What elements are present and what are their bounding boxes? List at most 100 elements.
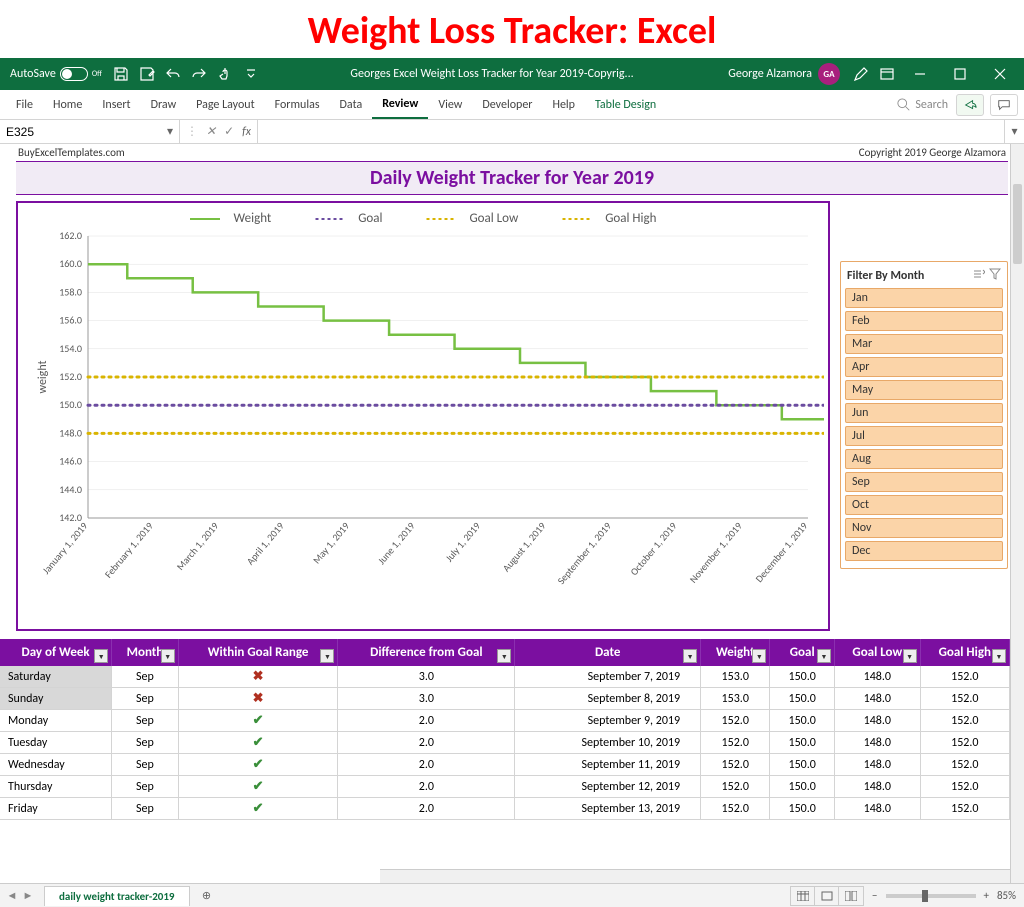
tab-insert[interactable]: Insert: [92, 90, 140, 119]
filter-dropdown-icon[interactable]: ▼: [683, 649, 697, 663]
share-button[interactable]: [956, 94, 984, 116]
filter-dropdown-icon[interactable]: ▼: [497, 649, 511, 663]
tab-draw[interactable]: Draw: [141, 90, 187, 119]
horizontal-scrollbar[interactable]: [380, 869, 1010, 883]
touch-icon[interactable]: [213, 62, 237, 86]
qat-dropdown-icon[interactable]: [239, 62, 263, 86]
slicer-item-jan[interactable]: Jan: [845, 288, 1003, 308]
filter-dropdown-icon[interactable]: ▼: [161, 649, 175, 663]
table-row[interactable]: SaturdaySep✖3.0September 7, 2019153.0150…: [0, 666, 1010, 688]
filter-dropdown-icon[interactable]: ▼: [817, 649, 831, 663]
svg-text:150.0: 150.0: [59, 398, 82, 411]
normal-view-icon[interactable]: [791, 887, 815, 905]
save-edit-icon[interactable]: [135, 62, 159, 86]
tab-help[interactable]: Help: [542, 90, 585, 119]
sheet-nav-prev-icon[interactable]: ◄: [7, 889, 18, 902]
table-row[interactable]: MondaySep✔2.0September 9, 2019152.0150.0…: [0, 710, 1010, 732]
legend-goal-high: Goal High: [605, 211, 656, 226]
formula-expand-icon[interactable]: ⋮: [186, 124, 198, 139]
column-header[interactable]: Date▼: [515, 639, 701, 666]
formula-enter-icon[interactable]: ✓: [224, 124, 234, 139]
slicer-multiselect-icon[interactable]: [973, 268, 985, 284]
table-row[interactable]: TuesdaySep✔2.0September 10, 2019152.0150…: [0, 732, 1010, 754]
undo-icon[interactable]: [161, 62, 185, 86]
slicer-item-jul[interactable]: Jul: [845, 426, 1003, 446]
tab-table-design[interactable]: Table Design: [585, 90, 666, 119]
add-sheet-button[interactable]: ⊕: [196, 887, 218, 905]
tab-developer[interactable]: Developer: [472, 90, 542, 119]
name-box-dropdown-icon[interactable]: ▾: [167, 124, 173, 139]
svg-text:146.0: 146.0: [59, 455, 82, 468]
draw-mode-icon[interactable]: [849, 62, 873, 86]
tell-me-search[interactable]: Search: [897, 98, 948, 112]
filter-dropdown-icon[interactable]: ▼: [992, 649, 1006, 663]
tab-view[interactable]: View: [428, 90, 472, 119]
filter-dropdown-icon[interactable]: ▼: [320, 649, 334, 663]
slicer-item-mar[interactable]: Mar: [845, 334, 1003, 354]
column-header[interactable]: Month▼: [112, 639, 179, 666]
tab-home[interactable]: Home: [43, 90, 92, 119]
zoom-level[interactable]: 85%: [997, 889, 1016, 902]
slicer-item-dec[interactable]: Dec: [845, 541, 1003, 561]
svg-text:156.0: 156.0: [59, 314, 82, 327]
tab-page-layout[interactable]: Page Layout: [186, 90, 264, 119]
tab-data[interactable]: Data: [330, 90, 373, 119]
comments-button[interactable]: [990, 94, 1018, 116]
slicer-item-aug[interactable]: Aug: [845, 449, 1003, 469]
table-row[interactable]: WednesdaySep✔2.0September 11, 2019152.01…: [0, 754, 1010, 776]
formula-input[interactable]: [264, 125, 998, 139]
filter-dropdown-icon[interactable]: ▼: [752, 649, 766, 663]
column-header[interactable]: Weight▼: [701, 639, 770, 666]
user-account[interactable]: George Alzamora GA: [720, 63, 848, 85]
formula-bar-expand-icon[interactable]: ▾: [1004, 120, 1024, 143]
view-mode-buttons[interactable]: [790, 886, 864, 906]
table-row[interactable]: ThursdaySep✔2.0September 12, 2019152.015…: [0, 776, 1010, 798]
slicer-item-oct[interactable]: Oct: [845, 495, 1003, 515]
fx-icon[interactable]: fx: [242, 125, 251, 139]
zoom-slider[interactable]: [886, 894, 976, 898]
slicer-item-feb[interactable]: Feb: [845, 311, 1003, 331]
slicer-clear-icon[interactable]: [989, 268, 1001, 284]
table-row[interactable]: FridaySep✔2.0September 13, 2019152.0150.…: [0, 798, 1010, 820]
column-header[interactable]: Within Goal Range▼: [178, 639, 338, 666]
table-row[interactable]: SundaySep✖3.0September 8, 2019153.0150.0…: [0, 688, 1010, 710]
column-header[interactable]: Day of Week▼: [0, 639, 112, 666]
close-button[interactable]: [980, 58, 1020, 90]
page-layout-view-icon[interactable]: [815, 887, 839, 905]
column-header[interactable]: Goal Low▼: [835, 639, 921, 666]
minimize-button[interactable]: [900, 58, 940, 90]
sheet-nav-next-icon[interactable]: ►: [23, 889, 34, 902]
page-break-view-icon[interactable]: [839, 887, 863, 905]
cell-reference-input[interactable]: [6, 125, 167, 139]
sheet-tab-active[interactable]: daily weight tracker-2019: [44, 886, 190, 906]
filter-dropdown-icon[interactable]: ▼: [94, 649, 108, 663]
slicer-item-nov[interactable]: Nov: [845, 518, 1003, 538]
check-icon: ✔: [253, 735, 264, 750]
column-header[interactable]: Goal High▼: [920, 639, 1009, 666]
maximize-button[interactable]: [940, 58, 980, 90]
svg-text:February 1, 2019: February 1, 2019: [102, 520, 156, 581]
name-box[interactable]: ▾: [0, 120, 180, 143]
chart-container[interactable]: Weight Goal Goal Low Goal High 142.0144.…: [16, 201, 830, 631]
column-header[interactable]: Goal▼: [770, 639, 835, 666]
filter-dropdown-icon[interactable]: ▼: [903, 649, 917, 663]
tab-review[interactable]: Review: [372, 90, 428, 119]
slicer-item-jun[interactable]: Jun: [845, 403, 1003, 423]
redo-icon[interactable]: [187, 62, 211, 86]
slicer-item-apr[interactable]: Apr: [845, 357, 1003, 377]
slicer-item-sep[interactable]: Sep: [845, 472, 1003, 492]
ribbon-display-icon[interactable]: [875, 62, 899, 86]
slicer-title: Filter By Month: [847, 269, 924, 283]
vertical-scrollbar[interactable]: [1010, 144, 1024, 883]
tab-file[interactable]: File: [6, 90, 43, 119]
zoom-in-button[interactable]: +: [984, 889, 989, 902]
formula-input-area[interactable]: [258, 120, 1004, 143]
autosave-toggle[interactable]: AutoSave Off: [4, 67, 108, 81]
slicer-item-may[interactable]: May: [845, 380, 1003, 400]
svg-text:148.0: 148.0: [59, 426, 82, 439]
zoom-out-button[interactable]: −: [872, 889, 877, 902]
formula-cancel-icon[interactable]: ✕: [206, 124, 216, 139]
tab-formulas[interactable]: Formulas: [265, 90, 330, 119]
save-icon[interactable]: [109, 62, 133, 86]
column-header[interactable]: Difference from Goal▼: [338, 639, 515, 666]
